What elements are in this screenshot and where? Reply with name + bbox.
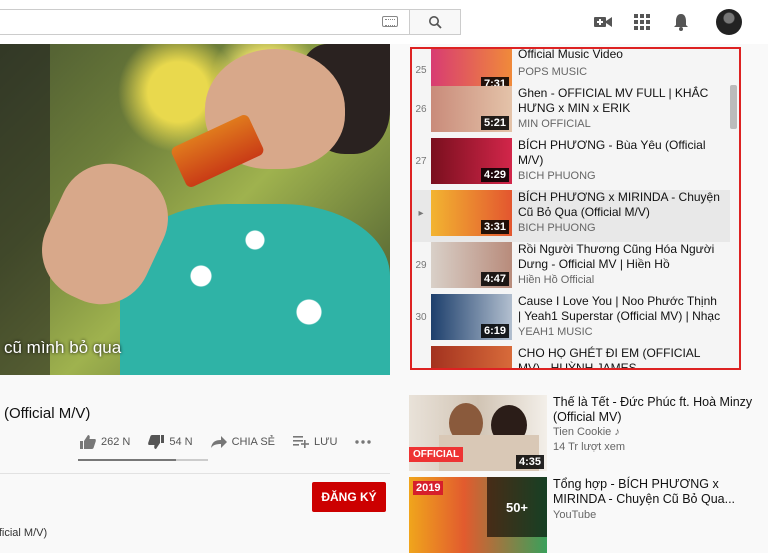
like-ratio-fill — [78, 459, 176, 461]
playlist-item-index: ▸ — [418, 208, 424, 219]
playlist-item-channel: MIN OFFICIAL — [518, 118, 591, 130]
playlist-item[interactable]: 26 5:21 Ghen - OFFICIAL MV FULL | KHẮC HƯN… — [412, 86, 730, 138]
playlist-item-channel: YEAH1 MUSIC — [518, 326, 593, 338]
like-ratio-bar — [78, 459, 208, 461]
top-bar — [0, 0, 768, 44]
share-button[interactable]: CHIA SẺ — [210, 436, 276, 448]
divider — [0, 473, 390, 474]
share-icon — [210, 436, 227, 448]
duration-badge: 4:29 — [480, 168, 509, 182]
playlist-item-title[interactable]: Official Music Video — [518, 49, 723, 62]
save-label: LƯU — [314, 436, 338, 448]
dislike-count: 54 N — [169, 436, 193, 448]
save-button[interactable]: LƯU — [293, 436, 337, 448]
thumb-badge: OFFICIAL — [409, 447, 464, 462]
playlist-item-channel: POPS MUSIC — [518, 66, 588, 78]
playlist-thumbnail[interactable]: 5:21 — [431, 86, 512, 132]
recommended-item[interactable]: OFFICIAL 4:35 Thế là Tết - Đức Phúc ft. … — [409, 395, 759, 471]
playlist-item[interactable]: ▸ 3:31 BÍCH PHƯƠNG x MIRINDA - Chuyện Cũ B… — [412, 190, 730, 242]
recommended-views: 14 Tr lượt xem — [553, 441, 626, 453]
recommended-channel[interactable]: YouTube — [553, 509, 596, 521]
keyboard-icon[interactable] — [382, 16, 398, 27]
thumbs-up-icon — [80, 435, 96, 449]
playlist-item-index: 30 — [415, 312, 427, 323]
video-player[interactable]: cũ mình bỏ qua — [0, 44, 390, 375]
duration-badge: 4:35 — [515, 455, 544, 469]
more-icon — [355, 440, 372, 444]
search-icon — [429, 16, 442, 29]
video-description: fficial M/V) — [0, 527, 48, 539]
camera-icon[interactable] — [593, 12, 613, 32]
playlist-thumbnail[interactable]: 6:19 — [431, 294, 512, 340]
bell-icon[interactable] — [671, 12, 691, 32]
playlist-item-title[interactable]: BÍCH PHƯƠNG x MIRINDA - Chuyện Cũ Bỏ Qua… — [518, 190, 723, 220]
search-button[interactable] — [409, 9, 461, 35]
playlist-item-channel: Hiền Hồ Official — [518, 274, 595, 286]
playlist-item-title[interactable]: CHO HỌ GHÉT ĐI EM (OFFICIAL MV) - HUỲNH … — [518, 346, 723, 368]
avatar[interactable] — [716, 9, 742, 35]
add-to-playlist-icon — [293, 436, 310, 448]
playlist-item[interactable]: 27 4:29 BÍCH PHƯƠNG - Bùa Yêu (Official M/… — [412, 138, 730, 190]
apps-icon[interactable] — [632, 12, 652, 32]
playlist-thumbnail[interactable]: 4:47 — [431, 242, 512, 288]
playlist-item-index: 29 — [415, 260, 427, 271]
duration-badge: 6:19 — [480, 324, 509, 338]
playlist-item[interactable]: 29 4:47 Rồi Người Thương Cũng Hóa Người Dư… — [412, 242, 730, 294]
more-actions-button[interactable] — [355, 440, 372, 444]
dislike-button[interactable]: 54 N — [148, 435, 193, 449]
duration-badge: 5:21 — [480, 116, 509, 130]
thumb-figure: 2019 — [413, 481, 444, 495]
playlist-item-index: 25 — [415, 65, 427, 76]
playlist-thumbnail[interactable]: 4:29 — [431, 138, 512, 184]
search-input[interactable] — [0, 9, 410, 35]
playlist-item-title[interactable]: BÍCH PHƯƠNG - Bùa Yêu (Official M/V) — [518, 138, 723, 168]
video-actions: 262 N 54 N CHIA SẺ LƯU — [80, 432, 389, 452]
playlist-panel[interactable]: 25 7:31 Official Music Video POPS MUSIC 26 5:… — [410, 47, 741, 370]
playlist-item-channel: BICH PHUONG — [518, 170, 596, 182]
recommended-channel[interactable]: Tien Cookie ♪ — [553, 426, 620, 438]
video-title: (Official M/V) — [4, 405, 91, 422]
playlist-item-index: 27 — [415, 156, 427, 167]
like-button[interactable]: 262 N — [80, 435, 130, 449]
subscribe-button[interactable]: ĐĂNG KÝ — [312, 482, 386, 512]
recommended-title[interactable]: Tổng hợp - BÍCH PHƯƠNG x MIRINDA - Chuyệ… — [553, 477, 753, 507]
video-shadow — [0, 44, 50, 375]
playlist-scrollbar[interactable] — [730, 85, 737, 129]
recommended-thumbnail[interactable]: OFFICIAL 4:35 — [409, 395, 547, 471]
share-label: CHIA SẺ — [231, 436, 276, 448]
thumbs-down-icon — [148, 435, 165, 449]
video-subtitle: cũ mình bỏ qua — [4, 338, 122, 357]
playlist-item[interactable]: CHO HỌ GHÉT ĐI EM (OFFICIAL MV) - HUỲNH … — [412, 346, 730, 368]
playlist-thumbnail[interactable]: 3:31 — [431, 190, 512, 236]
recommended-item[interactable]: 2019 50+ Tổng hợp - BÍCH PHƯƠNG x MIRIND… — [409, 477, 759, 553]
like-count: 262 N — [101, 436, 131, 448]
duration-badge: 3:31 — [480, 220, 509, 234]
playlist-count-overlay: 50+ — [487, 477, 547, 537]
playlist-item[interactable]: 30 6:19 Cause I Love You | Noo Phước Thịnh… — [412, 294, 730, 346]
playlist-item-title[interactable]: Cause I Love You | Noo Phước Thịnh | Yea… — [518, 294, 723, 324]
playlist-item-index: 26 — [415, 104, 427, 115]
playlist-item-title[interactable]: Rồi Người Thương Cũng Hóa Người Dưng - O… — [518, 242, 723, 272]
recommended-thumbnail[interactable]: 2019 50+ — [409, 477, 547, 553]
playlist-item-channel: BICH PHUONG — [518, 222, 596, 234]
playlist-item-title[interactable]: Ghen - OFFICIAL MV FULL | KHẮC HƯNG x MI… — [518, 86, 723, 116]
recommended-title[interactable]: Thế là Tết - Đức Phúc ft. Hoà Minzy (Off… — [553, 395, 753, 425]
playlist-thumbnail[interactable] — [431, 346, 512, 368]
duration-badge: 4:47 — [480, 272, 509, 286]
